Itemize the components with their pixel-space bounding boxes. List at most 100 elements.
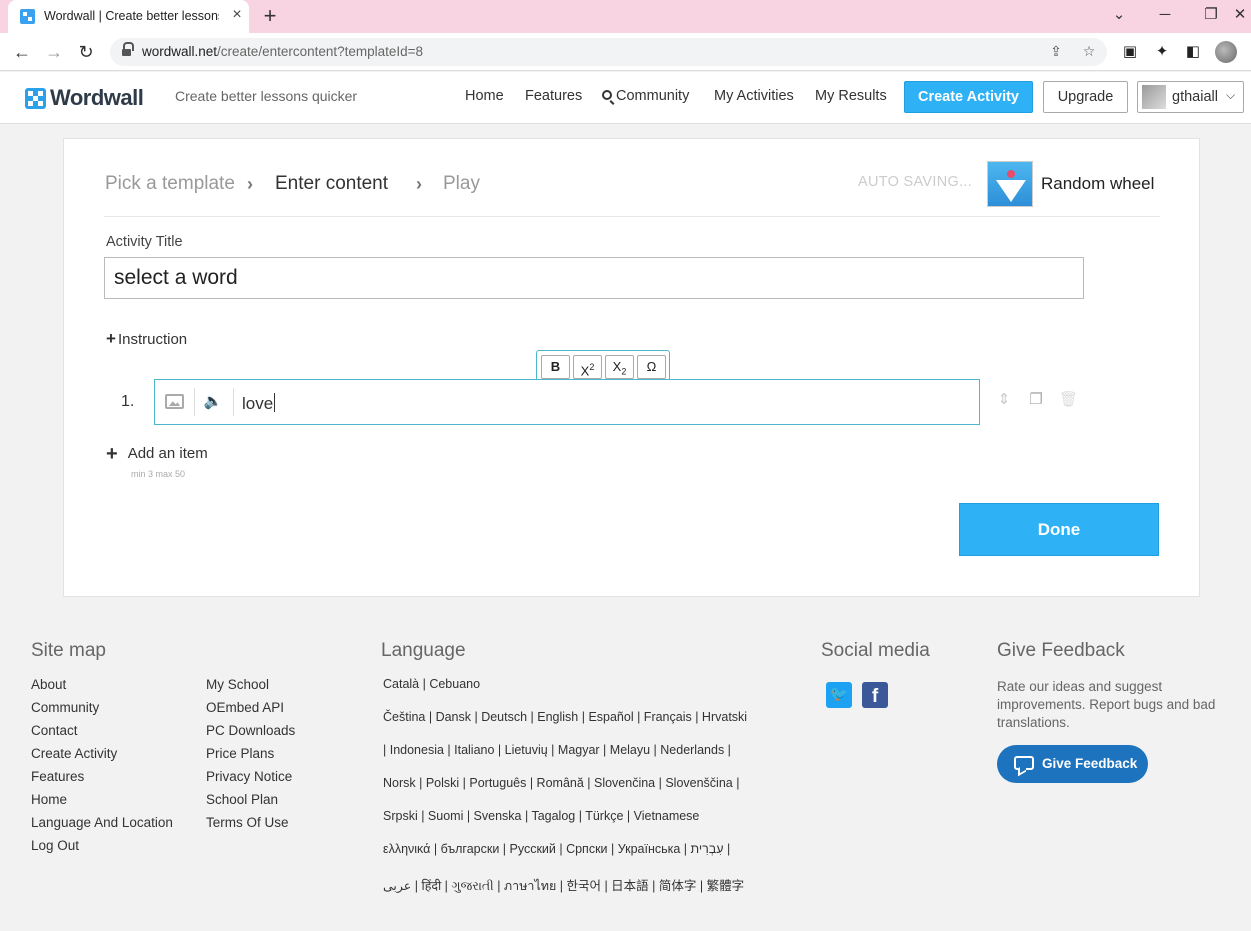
speaker-icon[interactable]: 🔈 [203, 393, 223, 411]
reorder-arrows-icon[interactable]: ⇕ [995, 389, 1013, 411]
language-heading: Language [381, 640, 466, 661]
plus-icon: + [106, 329, 116, 348]
language-links-row[interactable]: | Indonesia | Italiano | Lietuvių | Magy… [383, 743, 731, 757]
instruction-toggle[interactable]: + Instruction [106, 329, 187, 349]
site-header: Wordwall Create better lessons quicker H… [0, 72, 1251, 124]
sitemap-heading: Site map [31, 640, 106, 661]
nav-my-results[interactable]: My Results [815, 88, 887, 104]
back-arrow-icon[interactable]: ← [10, 40, 34, 64]
give-feedback-heading: Give Feedback [997, 640, 1125, 661]
subscript-button[interactable]: X2 [605, 355, 634, 379]
wordwall-logo[interactable]: Wordwall [25, 85, 144, 110]
footer-link-price-plans[interactable]: Price Plans [206, 746, 274, 761]
step-pick-template[interactable]: Pick a template [105, 173, 235, 195]
user-avatar [1142, 85, 1166, 109]
browser-tab[interactable]: Wordwall | Create better lessons × [8, 0, 249, 33]
create-activity-button[interactable]: Create Activity [904, 81, 1033, 113]
nav-community[interactable]: Community [602, 88, 689, 104]
search-icon [602, 90, 612, 100]
extension-square-icon[interactable]: ▣ [1120, 42, 1140, 62]
browser-tab-strip: Wordwall | Create better lessons × + ⌄ ─… [0, 0, 1251, 33]
superscript-button[interactable]: X2 [573, 355, 602, 379]
footer-link-privacy-notice[interactable]: Privacy Notice [206, 769, 292, 784]
editor-card: Pick a template › Enter content › Play A… [63, 138, 1200, 597]
plus-icon: + [106, 443, 118, 465]
text-cursor [274, 393, 276, 412]
language-links-row[interactable]: Čeština | Dansk | Deutsch | English | Es… [383, 710, 747, 724]
footer-link-my-school[interactable]: My School [206, 677, 269, 692]
step-play[interactable]: Play [443, 173, 480, 195]
footer-link-contact[interactable]: Contact [31, 723, 78, 738]
activity-title-input[interactable] [104, 257, 1084, 299]
upgrade-button[interactable]: Upgrade [1043, 81, 1128, 113]
template-thumbnail [987, 161, 1033, 207]
add-item-button[interactable]: + Add an item [106, 443, 208, 466]
lock-icon [122, 42, 134, 57]
wordwall-favicon-icon [20, 9, 35, 24]
footer-link-pc-downloads[interactable]: PC Downloads [206, 723, 295, 738]
footer-link-language-location[interactable]: Language And Location [31, 815, 173, 830]
item-number: 1. [121, 393, 135, 410]
address-bar[interactable]: wordwall.net/create/entercontent?templat… [110, 38, 1107, 66]
footer-link-create-activity[interactable]: Create Activity [31, 746, 117, 761]
done-button[interactable]: Done [959, 503, 1159, 556]
footer-link-features[interactable]: Features [31, 769, 84, 784]
tab-close-icon[interactable]: × [228, 6, 246, 26]
trash-icon[interactable]: 🗑 [1059, 389, 1078, 411]
browser-profile-avatar[interactable] [1215, 41, 1237, 63]
item-text-input[interactable]: love [242, 393, 276, 414]
footer-link-about[interactable]: About [31, 677, 66, 692]
bold-button[interactable]: B [541, 355, 570, 379]
twitter-icon[interactable]: 🐦 [826, 682, 852, 708]
nav-my-activities[interactable]: My Activities [714, 88, 794, 104]
language-links-row[interactable]: ελληνικά | български | Русский | Српски … [383, 842, 730, 856]
browser-toolbar: ← → ↻ wordwall.net/create/entercontent?t… [0, 33, 1251, 71]
language-links-row[interactable]: عربى | हिंदी | ગુજરાતી | ภาษาไทย | 한국어 |… [383, 875, 744, 896]
extensions-puzzle-icon[interactable]: ✦ [1152, 42, 1172, 62]
nav-home[interactable]: Home [465, 88, 504, 104]
wordwall-logo-icon [25, 87, 46, 109]
item-row[interactable]: 🔈 love [154, 379, 980, 425]
social-media-heading: Social media [821, 640, 930, 661]
template-name: Random wheel [1041, 174, 1155, 193]
minimize-button[interactable]: ─ [1150, 4, 1180, 28]
give-feedback-button[interactable]: Give Feedback [997, 745, 1148, 783]
footer-link-terms-of-use[interactable]: Terms Of Use [206, 815, 289, 830]
tab-title: Wordwall | Create better lessons [44, 9, 219, 23]
forward-arrow-icon[interactable]: → [42, 40, 66, 64]
share-icon[interactable]: ⇪ [1047, 43, 1065, 61]
step-enter-content: Enter content [275, 173, 389, 194]
divider [194, 388, 195, 416]
restore-button[interactable]: ❐ [1196, 4, 1226, 28]
side-panel-icon[interactable]: ◧ [1183, 42, 1203, 62]
user-name: gthaiall [1172, 89, 1218, 105]
duplicate-icon[interactable]: ❐ [1027, 389, 1045, 411]
footer-link-home[interactable]: Home [31, 792, 67, 807]
footer-link-community[interactable]: Community [31, 700, 99, 715]
chevron-right-icon: › [247, 174, 253, 194]
user-menu-button[interactable]: gthaiall ⌵ [1137, 81, 1244, 113]
tagline: Create better lessons quicker [175, 88, 358, 104]
close-window-button[interactable]: ✕ [1230, 4, 1250, 28]
reload-icon[interactable]: ↻ [74, 40, 98, 64]
bookmark-star-icon[interactable]: ☆ [1080, 43, 1098, 61]
new-tab-button[interactable]: + [258, 3, 282, 29]
divider [104, 216, 1160, 217]
chevron-right-icon: › [416, 174, 422, 194]
divider [233, 388, 234, 416]
special-characters-button[interactable]: Ω [637, 355, 666, 379]
item-limits-hint: min 3 max 50 [131, 469, 186, 479]
footer-link-log-out[interactable]: Log Out [31, 838, 79, 853]
url-text[interactable]: wordwall.net/create/entercontent?templat… [142, 44, 423, 59]
language-links-row[interactable]: Norsk | Polski | Português | Română | Sl… [383, 776, 739, 790]
language-links-row[interactable]: Srpski | Suomi | Svenska | Tagalog | Tür… [383, 809, 699, 823]
footer-link-school-plan[interactable]: School Plan [206, 792, 278, 807]
image-icon[interactable] [165, 394, 184, 409]
language-links-row[interactable]: Català | Cebuano [383, 677, 480, 691]
chevron-down-icon: ⌵ [1226, 88, 1236, 102]
tab-search-icon[interactable]: ⌄ [1104, 4, 1134, 28]
nav-features[interactable]: Features [525, 88, 582, 104]
footer-link-oembed-api[interactable]: OEmbed API [206, 700, 284, 715]
feedback-description: Rate our ideas and suggest improvements.… [997, 679, 1216, 730]
facebook-icon[interactable]: f [862, 682, 888, 708]
